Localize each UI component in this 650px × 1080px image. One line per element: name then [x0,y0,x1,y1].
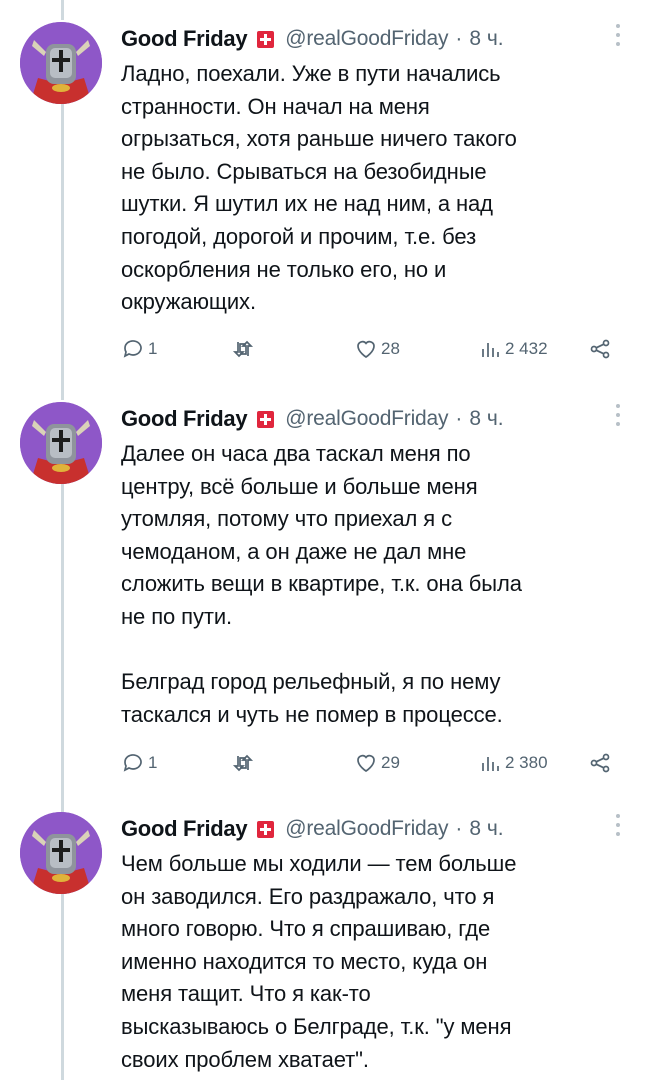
timestamp[interactable]: 8 ч. [469,27,503,51]
share-button[interactable] [588,748,612,778]
share-button[interactable] [588,334,612,364]
views-chart-icon [482,343,499,357]
tweet-text: Далее он часа два таскал меня по центру,… [121,441,522,727]
reply-icon [123,754,142,772]
tweet-actions: 1 29 2 380 [121,748,636,782]
views-count: 2 380 [505,753,548,772]
reply-count: 1 [148,753,158,772]
tweet-actions: 1 28 2 432 [121,334,636,368]
tweet-header: Good Friday @realGoodFriday · 8 ч. [121,812,636,846]
share-icon [590,753,610,773]
author-handle[interactable]: @realGoodFriday [285,407,448,431]
separator-dot: · [455,817,463,840]
reply-count: 1 [148,339,158,358]
red-cross-badge-icon [257,820,275,838]
views-button[interactable]: 2 432 [478,334,548,364]
knight-avatar-icon [20,402,102,484]
like-count: 29 [381,753,400,772]
separator-dot: · [455,407,463,430]
heart-icon [357,340,375,359]
share-icon [590,339,610,359]
like-button[interactable]: 28 [354,334,400,364]
author-name[interactable]: Good Friday [121,26,248,52]
author-handle[interactable]: @realGoodFriday [285,27,448,51]
retweet-icon [232,754,254,772]
timestamp[interactable]: 8 ч. [469,817,503,841]
heart-icon [357,754,375,773]
thread-line-2 [61,484,64,812]
author-handle[interactable]: @realGoodFriday [285,817,448,841]
tweet-header: Good Friday @realGoodFriday · 8 ч. [121,402,636,436]
author-name[interactable]: Good Friday [121,406,248,432]
thread-line-1 [61,104,64,400]
red-cross-badge-icon [257,30,275,48]
reply-button[interactable]: 1 [121,748,157,778]
more-options-icon[interactable] [615,814,621,842]
reply-button[interactable]: 1 [121,334,157,364]
reply-icon [123,340,142,358]
knight-avatar-icon [20,812,102,894]
tweet-text: Чем больше мы ходили — тем больше он зав… [121,851,517,1072]
like-button[interactable]: 29 [354,748,400,778]
knight-avatar-icon [20,22,102,104]
views-button[interactable]: 2 380 [478,748,548,778]
avatar[interactable] [20,812,102,894]
thread-line-top [61,0,64,20]
more-options-icon[interactable] [615,404,621,432]
red-cross-badge-icon [257,410,275,428]
avatar[interactable] [20,402,102,484]
retweet-button[interactable] [231,748,255,778]
more-options-icon[interactable] [615,24,621,52]
retweet-icon [232,340,254,358]
retweet-button[interactable] [231,334,255,364]
avatar[interactable] [20,22,102,104]
thread-line-3 [61,894,64,1080]
separator-dot: · [455,27,463,50]
views-count: 2 432 [505,339,548,358]
tweet-header: Good Friday @realGoodFriday · 8 ч. [121,22,636,56]
like-count: 28 [381,339,400,358]
tweet-text: Ладно, поехали. Уже в пути начались стра… [121,61,517,315]
author-name[interactable]: Good Friday [121,816,248,842]
views-chart-icon [482,757,499,771]
timestamp[interactable]: 8 ч. [469,407,503,431]
